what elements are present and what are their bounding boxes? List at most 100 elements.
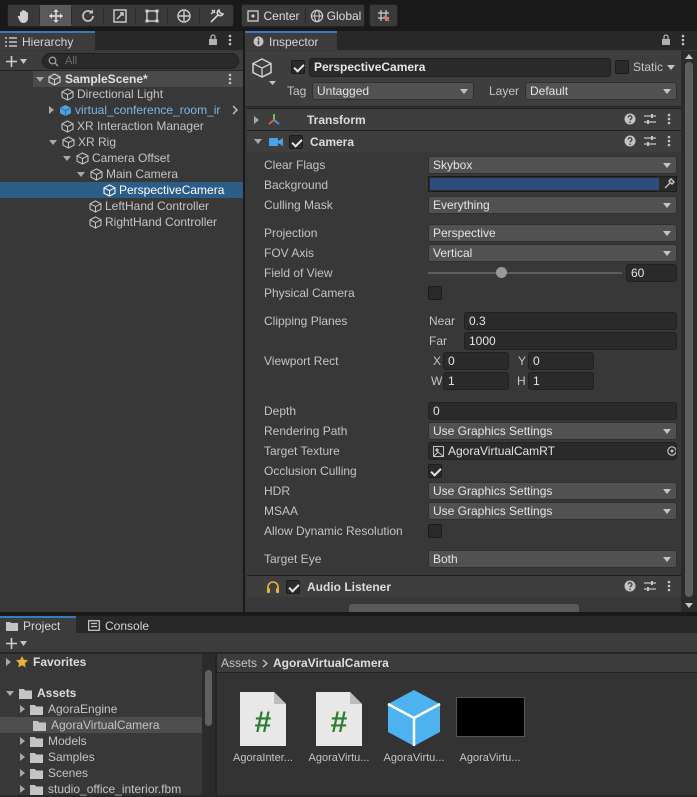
far-clip-field[interactable]: 1000 (464, 332, 677, 350)
viewport-y-field[interactable]: 0 (528, 352, 594, 370)
hierarchy-item-conference-room[interactable]: virtual_conference_room_ir (49, 102, 243, 118)
inspector-scrollbar[interactable] (681, 51, 697, 612)
component-menu-icon[interactable] (667, 580, 671, 592)
hierarchy-item-directional-light[interactable]: Directional Light (61, 86, 163, 102)
occlusion-culling-checkbox[interactable] (428, 464, 442, 478)
tab-hierarchy[interactable]: Hierarchy (0, 31, 95, 50)
lock-icon[interactable] (208, 34, 218, 46)
help-icon[interactable] (624, 113, 636, 125)
fov-value-field[interactable]: 60 (626, 264, 677, 282)
scene-row[interactable]: SampleScene* (33, 71, 243, 87)
camera-icon (269, 136, 283, 148)
favorites-row[interactable]: Favorites (6, 654, 86, 670)
scroll-down-icon[interactable] (685, 603, 693, 608)
preset-sliders-icon[interactable] (644, 135, 656, 147)
layer-dropdown[interactable]: Default (525, 82, 677, 100)
panel-menu-icon[interactable] (228, 34, 232, 46)
hierarchy-search-input[interactable]: All (42, 53, 239, 69)
hierarchy-item-lefthand-controller[interactable]: LeftHand Controller (89, 198, 209, 214)
culling-mask-dropdown[interactable]: Everything (428, 196, 677, 214)
pivot-center-toggle[interactable]: Center (242, 5, 302, 26)
project-create-button[interactable] (6, 636, 36, 650)
preset-sliders-icon[interactable] (644, 113, 656, 125)
move-tool-button[interactable] (40, 5, 71, 26)
depth-field[interactable]: 0 (428, 402, 677, 420)
msaa-dropdown[interactable]: Use Graphics Settings (428, 502, 677, 520)
asset-tile-script-1[interactable]: # (238, 690, 288, 748)
breadcrumb-assets[interactable]: Assets (221, 656, 257, 670)
target-texture-field[interactable]: AgoraVirtualCamRT (428, 442, 677, 460)
asset-tile-prefab[interactable] (386, 688, 442, 748)
scale-tool-button[interactable] (104, 5, 135, 26)
hierarchy-item-perspective-camera[interactable]: PerspectiveCamera (0, 182, 243, 198)
hdr-dropdown[interactable]: Use Graphics Settings (428, 482, 677, 500)
background-color-field[interactable] (428, 176, 677, 192)
scroll-up-icon[interactable] (685, 54, 693, 59)
component-menu-icon[interactable] (667, 135, 671, 147)
object-active-checkbox[interactable] (291, 60, 305, 74)
clear-flags-dropdown[interactable]: Skybox (428, 156, 677, 174)
global-space-toggle[interactable]: Global (306, 5, 365, 26)
assets-row[interactable]: Assets (6, 685, 76, 701)
help-icon[interactable] (624, 135, 636, 147)
asset-tile-script-2[interactable]: # (314, 690, 364, 748)
create-button[interactable] (6, 53, 36, 69)
chevron-right-icon[interactable] (232, 105, 238, 115)
camera-enabled-checkbox[interactable] (289, 134, 303, 149)
rendering-path-dropdown[interactable]: Use Graphics Settings (428, 422, 677, 440)
hand-tool-button[interactable] (8, 5, 39, 26)
object-name-field[interactable]: PerspectiveCamera (309, 58, 611, 77)
camera-component-header[interactable]: Camera (247, 130, 681, 152)
target-eye-dropdown[interactable]: Both (428, 550, 677, 568)
transform-component-header[interactable]: Transform (247, 108, 681, 130)
hierarchy-item-camera-offset[interactable]: Camera Offset (63, 150, 170, 166)
object-picker-icon[interactable] (667, 446, 676, 456)
folder-row[interactable]: AgoraEngine (20, 701, 117, 717)
folder-row[interactable]: Samples (20, 749, 95, 765)
allow-dynamic-resolution-checkbox[interactable] (428, 524, 442, 538)
lock-icon[interactable] (661, 34, 671, 46)
hierarchy-item-righthand-controller[interactable]: RightHand Controller (89, 214, 217, 230)
fov-axis-dropdown[interactable]: Vertical (428, 244, 677, 262)
rotate-tool-button[interactable] (72, 5, 103, 26)
fov-slider[interactable] (428, 264, 622, 282)
tab-project[interactable]: Project (0, 616, 76, 633)
rect-tool-button[interactable] (136, 5, 167, 26)
eyedropper-icon[interactable] (663, 178, 675, 190)
preset-sliders-icon[interactable] (644, 580, 656, 592)
audio-listener-enabled-checkbox[interactable] (286, 579, 300, 594)
hierarchy-item-xr-rig[interactable]: XR Rig (49, 134, 116, 150)
near-clip-field[interactable]: 0.3 (464, 312, 677, 330)
help-icon[interactable] (624, 580, 636, 592)
tab-console[interactable]: Console (80, 616, 160, 633)
hierarchy-item-main-camera[interactable]: Main Camera (77, 166, 178, 182)
viewport-w-field[interactable]: 1 (443, 372, 509, 390)
fov-slider-thumb[interactable] (496, 267, 507, 278)
viewport-h-field[interactable]: 1 (528, 372, 594, 390)
breadcrumb-current[interactable]: AgoraVirtualCamera (273, 656, 389, 670)
scene-menu-icon[interactable] (228, 73, 232, 85)
folder-row-selected[interactable]: AgoraVirtualCamera (0, 717, 202, 733)
scrollbar-thumb[interactable] (685, 62, 693, 597)
folder-row[interactable]: Scenes (20, 765, 88, 781)
hierarchy-item-xr-interaction-manager[interactable]: XR Interaction Manager (61, 118, 204, 134)
component-menu-icon[interactable] (667, 113, 671, 125)
tab-inspector[interactable]: Inspector (245, 31, 337, 50)
folder-row[interactable]: Models (20, 733, 87, 749)
custom-tool-button[interactable] (200, 5, 233, 26)
static-dropdown[interactable]: Static (633, 60, 676, 74)
tree-scrollbar[interactable] (202, 654, 215, 795)
projection-dropdown[interactable]: Perspective (428, 224, 677, 242)
audio-listener-component-header[interactable]: Audio Listener (247, 575, 681, 597)
physical-camera-checkbox[interactable] (428, 286, 442, 300)
panel-menu-icon[interactable] (681, 34, 685, 46)
scrollbar-thumb[interactable] (205, 670, 212, 726)
asset-label: AgoraVirtu... (308, 752, 370, 764)
asset-tile-render-texture[interactable] (456, 697, 525, 737)
tag-dropdown[interactable]: Untagged (312, 82, 474, 100)
static-checkbox[interactable] (615, 60, 629, 74)
viewport-x-field[interactable]: 0 (443, 352, 509, 370)
grid-snap-button[interactable] (370, 5, 397, 26)
add-component-button[interactable] (349, 604, 579, 612)
transform-tool-button[interactable] (168, 5, 199, 26)
